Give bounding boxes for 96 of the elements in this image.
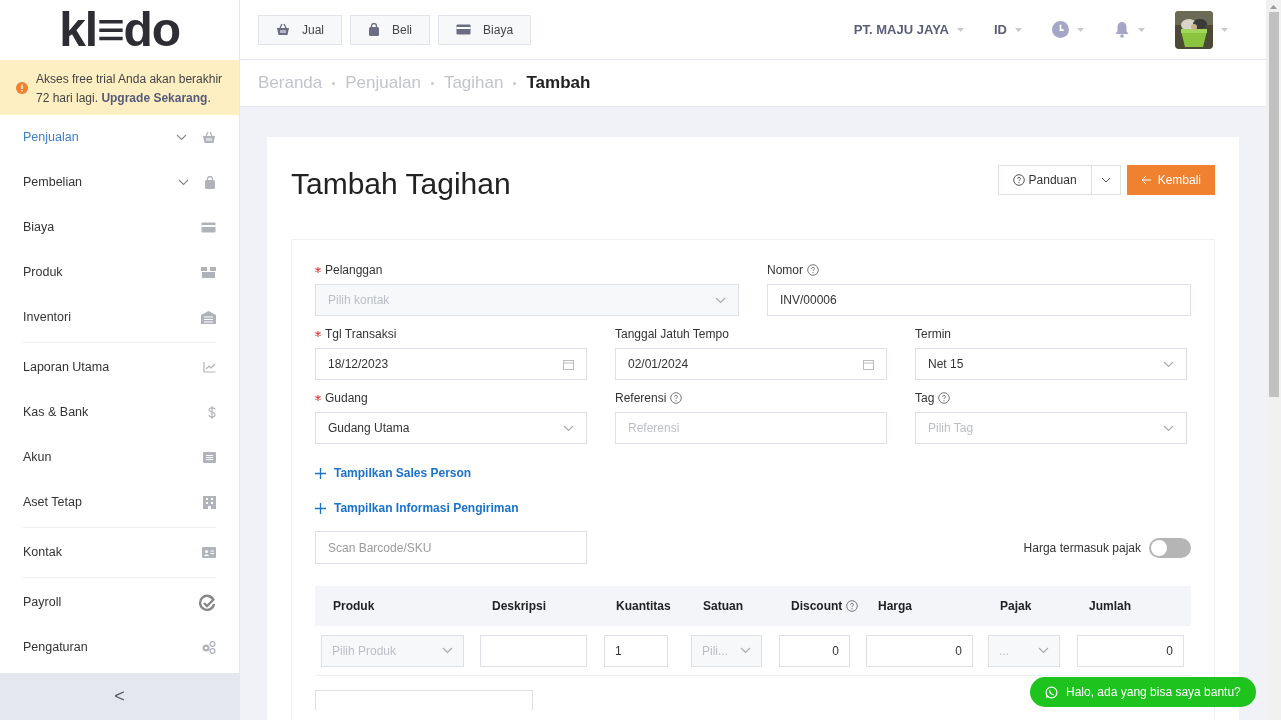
column-header: Pajak bbox=[1000, 598, 1032, 615]
sidebar-item[interactable]: Inventori bbox=[0, 295, 239, 340]
field-label: Referensi bbox=[615, 390, 667, 407]
chevron-down-icon bbox=[442, 647, 453, 654]
quick-action-button[interactable]: Beli bbox=[350, 14, 431, 45]
field-label: Tanggal Jatuh Tempo bbox=[615, 326, 729, 343]
chevron-down-icon bbox=[563, 424, 574, 432]
chevron-down-icon bbox=[1163, 360, 1174, 368]
whatsapp-icon bbox=[1045, 685, 1058, 699]
chevron-down-icon bbox=[1038, 647, 1049, 654]
check-circle-icon bbox=[198, 593, 216, 612]
quick-action-button[interactable]: Biaya bbox=[438, 14, 532, 45]
caret-icon bbox=[1015, 27, 1022, 32]
chevron-down-icon bbox=[1163, 424, 1174, 432]
clock-icon[interactable] bbox=[1052, 21, 1069, 38]
arrow-left-icon bbox=[1140, 175, 1152, 185]
basket-icon bbox=[202, 131, 216, 144]
separator-dot bbox=[332, 81, 336, 85]
field-label: Pelanggan bbox=[325, 262, 383, 279]
sidebar-item[interactable]: Payroll bbox=[0, 580, 239, 625]
toggle-link[interactable]: Tampilkan Informasi Pengiriman bbox=[315, 499, 519, 517]
input-field[interactable]: 1 bbox=[604, 634, 668, 667]
column-header: Harga bbox=[878, 598, 912, 615]
credit-card-icon bbox=[201, 222, 216, 233]
tax-inclusive-label: Harga termasuk pajak bbox=[1023, 539, 1141, 557]
company-switcher[interactable]: PT. MAJU JAYA bbox=[853, 19, 949, 40]
bell-icon[interactable] bbox=[1114, 21, 1130, 38]
bag-icon bbox=[204, 175, 216, 190]
boxes-icon bbox=[201, 267, 216, 278]
column-header: Satuan bbox=[703, 598, 743, 615]
column-header: Kuantitas bbox=[616, 598, 671, 615]
separator-dot bbox=[513, 81, 517, 85]
breadcrumb-link[interactable]: Tambah bbox=[526, 70, 591, 96]
trial-notice: Akses free trial Anda akan berakhir 72 hari lagi. Upgrade Sekarang. bbox=[36, 71, 223, 107]
warning-icon bbox=[16, 82, 28, 94]
collapse-sidebar-button[interactable]: < bbox=[0, 673, 239, 720]
chevron-down-icon bbox=[715, 296, 726, 304]
credit-card-icon bbox=[456, 24, 472, 35]
basket-icon bbox=[276, 23, 290, 36]
add-row-button[interactable] bbox=[315, 690, 533, 710]
column-header: Deskripsi bbox=[492, 598, 547, 615]
calendar-icon bbox=[563, 358, 574, 370]
page-title: Tambah Tagihan bbox=[291, 169, 511, 199]
help-icon bbox=[1012, 174, 1025, 186]
caret-icon bbox=[957, 27, 964, 32]
calendar-icon bbox=[863, 358, 874, 370]
field-label: Nomor bbox=[767, 262, 803, 279]
plus-icon bbox=[315, 467, 326, 479]
scrollbar-thumb[interactable] bbox=[1268, 12, 1279, 397]
sidebar-item[interactable]: Produk bbox=[0, 250, 239, 295]
toggle-link[interactable]: Tampilkan Sales Person bbox=[315, 464, 472, 482]
list-icon bbox=[203, 452, 216, 463]
sidebar-item[interactable]: Biaya bbox=[0, 205, 239, 250]
sidebar-item[interactable]: Aset Tetap bbox=[0, 480, 239, 525]
date-field[interactable]: 02/01/2024 bbox=[615, 348, 887, 380]
field-label: Tgl Transaksi bbox=[325, 326, 397, 343]
caret-icon bbox=[1138, 27, 1145, 32]
separator-dot bbox=[430, 81, 434, 85]
building-icon bbox=[203, 496, 216, 509]
input-field[interactable]: 0 bbox=[1077, 634, 1184, 667]
sidebar-item[interactable]: Pembelian bbox=[0, 160, 239, 205]
input-field[interactable]: 0 bbox=[866, 634, 973, 667]
sidebar-item[interactable]: Akun bbox=[0, 435, 239, 480]
column-header: Produk bbox=[333, 598, 375, 615]
caret-icon bbox=[1077, 27, 1084, 32]
field-label: Gudang bbox=[325, 390, 368, 407]
dollar-icon bbox=[208, 406, 216, 419]
kledo-logo: kl≡do bbox=[59, 6, 180, 54]
barcode-field[interactable]: Scan Barcode/SKU bbox=[315, 531, 587, 564]
sidebar-item[interactable]: Kontak bbox=[0, 530, 239, 575]
sidebar-item[interactable]: Laporan Utama bbox=[0, 345, 239, 390]
quick-action-button[interactable]: Jual bbox=[258, 14, 342, 45]
bag-icon bbox=[368, 22, 380, 37]
sidebar-item[interactable]: Pengaturan bbox=[0, 625, 239, 670]
column-header: Discount bbox=[791, 598, 843, 615]
input-field[interactable]: INV/00006 bbox=[767, 284, 1191, 316]
input-field[interactable] bbox=[480, 634, 587, 667]
select-field[interactable]: Gudang Utama bbox=[315, 412, 587, 444]
select-field[interactable]: Net 15 bbox=[915, 348, 1187, 380]
plus-icon bbox=[315, 502, 326, 514]
field-label: Tag bbox=[915, 390, 935, 407]
id-card-icon bbox=[202, 547, 216, 558]
column-header: Jumlah bbox=[1089, 598, 1131, 615]
gears-icon bbox=[201, 641, 216, 654]
chevron-down-icon bbox=[1100, 177, 1111, 183]
field-label: Termin bbox=[915, 326, 951, 343]
sidebar-item[interactable]: Penjualan bbox=[0, 115, 239, 160]
caret-icon bbox=[1221, 27, 1228, 32]
line-chart-icon bbox=[203, 362, 216, 373]
warehouse-icon bbox=[201, 311, 216, 324]
tax-inclusive-toggle[interactable] bbox=[1149, 537, 1191, 558]
input-field[interactable]: 0 bbox=[779, 634, 850, 667]
chevron-down-icon bbox=[740, 647, 751, 654]
date-field[interactable]: 18/12/2023 bbox=[315, 348, 587, 380]
language-switcher[interactable]: ID bbox=[994, 19, 1007, 40]
sidebar-item[interactable]: Kas & Bank bbox=[0, 390, 239, 435]
